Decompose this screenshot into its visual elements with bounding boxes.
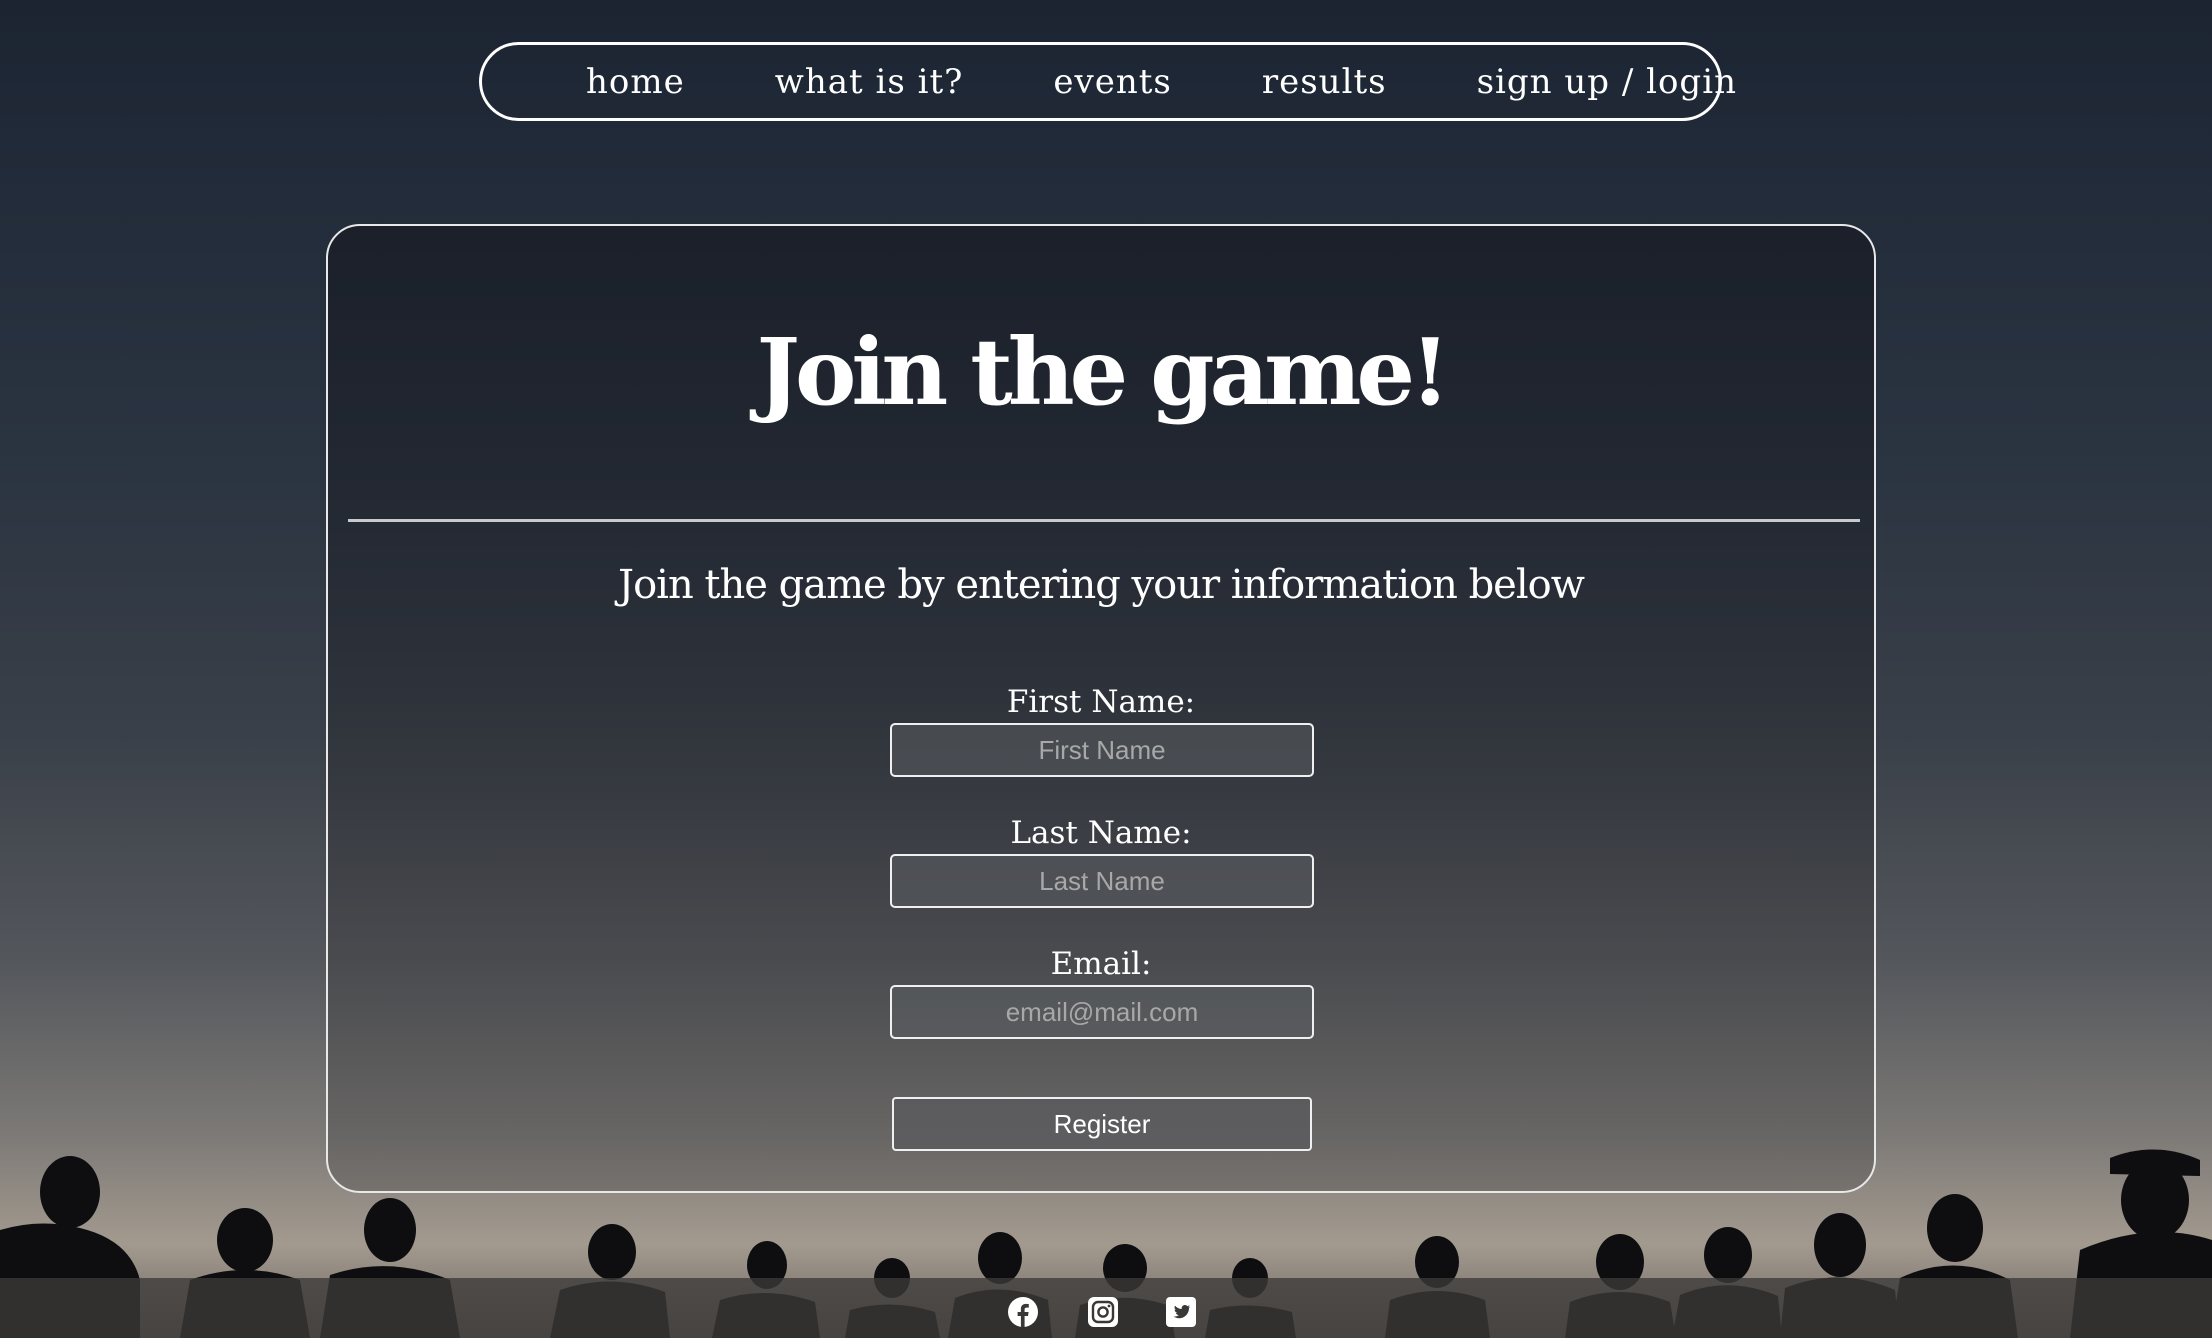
email-input[interactable] bbox=[890, 985, 1314, 1039]
main-nav: home what is it? events results sign up … bbox=[479, 42, 1736, 121]
nav-home-link[interactable]: home bbox=[586, 62, 685, 102]
nav-what-is-it-link[interactable]: what is it? bbox=[775, 62, 964, 102]
title-divider bbox=[348, 519, 1860, 522]
register-button[interactable]: Register bbox=[892, 1097, 1312, 1151]
instagram-icon[interactable] bbox=[1088, 1297, 1118, 1327]
last-name-label: Last Name: bbox=[1010, 815, 1192, 851]
first-name-label: First Name: bbox=[1006, 684, 1196, 720]
nav-events-link[interactable]: events bbox=[1053, 62, 1171, 102]
nav-signup-login-link[interactable]: sign up / login bbox=[1477, 62, 1737, 102]
page-subtitle: Join the game by entering your informati… bbox=[618, 562, 1585, 608]
email-label: Email: bbox=[1050, 946, 1152, 982]
facebook-icon[interactable] bbox=[1008, 1297, 1038, 1327]
registration-card: Join the game! Join the game by entering… bbox=[326, 224, 1876, 1193]
nav-results-link[interactable]: results bbox=[1262, 62, 1387, 102]
page-title: Join the game! bbox=[756, 318, 1451, 426]
twitter-icon[interactable] bbox=[1166, 1297, 1196, 1327]
last-name-input[interactable] bbox=[890, 854, 1314, 908]
first-name-input[interactable] bbox=[890, 723, 1314, 777]
